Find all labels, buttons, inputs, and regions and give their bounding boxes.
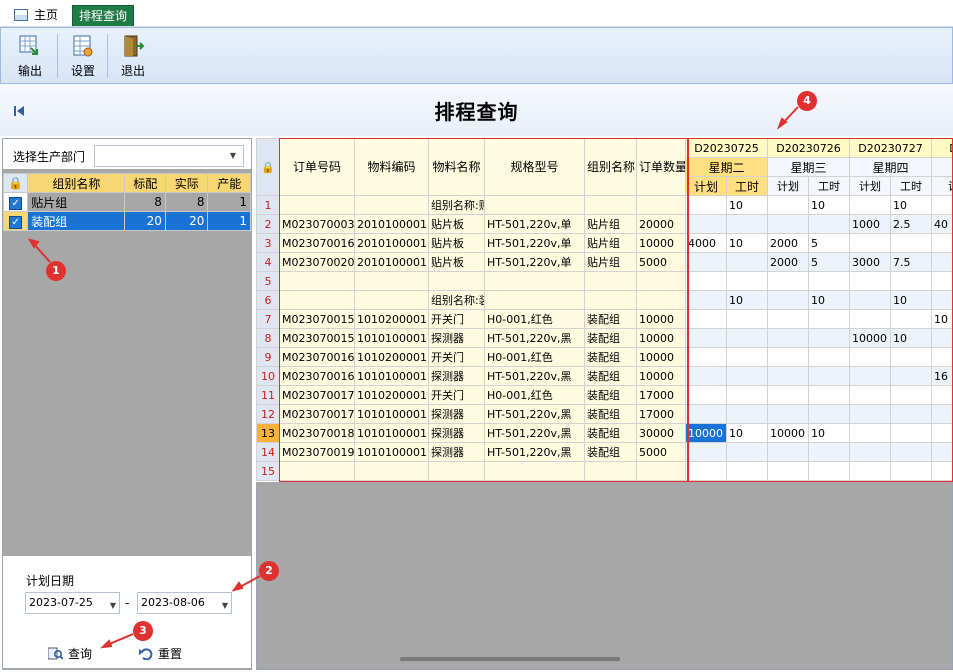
annotation-badge: 1 <box>46 261 66 281</box>
annotation-badge: 4 <box>797 91 817 111</box>
annotation-badge: 2 <box>259 561 279 581</box>
annotation-badge: 3 <box>133 621 153 641</box>
